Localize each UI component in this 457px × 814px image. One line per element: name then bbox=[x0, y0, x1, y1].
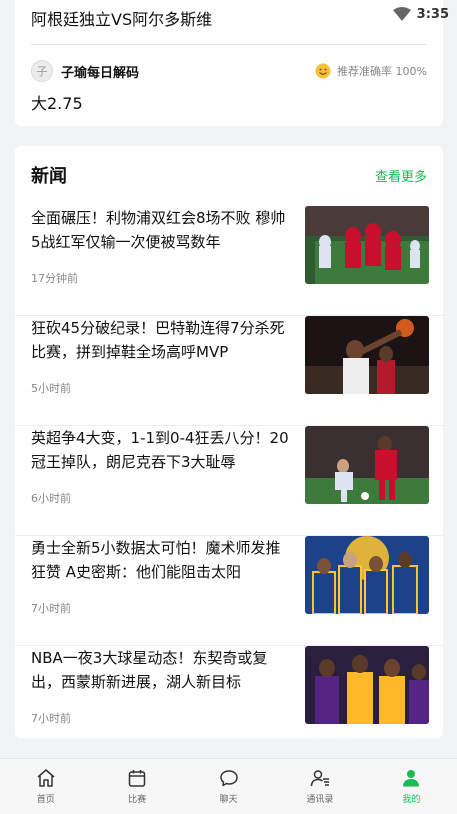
news-thumbnail-soccer[interactable] bbox=[305, 426, 429, 504]
news-headline[interactable]: 英超争4大变，1-1到0-4狂丢八分！20冠王掉队，朗尼克吞下3大耻辱 bbox=[31, 426, 289, 474]
news-thumbnail-soccer[interactable] bbox=[305, 206, 429, 284]
news-headline[interactable]: 勇士全新5小数据太可怕！魔术师发推狂赞 A史密斯：他们能阻击太阳 bbox=[31, 536, 289, 584]
status-time: 3:35 bbox=[416, 6, 449, 22]
news-headline[interactable]: NBA一夜3大球星动态！东契奇或复出，西蒙斯新进展，湖人新目标 bbox=[31, 646, 289, 694]
tab-matches[interactable]: 比赛 bbox=[91, 759, 182, 814]
news-thumbnail-basketball[interactable] bbox=[305, 536, 429, 614]
news-item[interactable]: 勇士全新5小数据太可怕！魔术师发推狂赞 A史密斯：他们能阻击太阳 7小时前 bbox=[15, 536, 443, 646]
news-item[interactable]: 英超争4大变，1-1到0-4狂丢八分！20冠王掉队，朗尼克吞下3大耻辱 6小时前 bbox=[15, 426, 443, 536]
contacts-icon bbox=[310, 770, 329, 787]
tab-label: 我的 bbox=[402, 795, 421, 805]
calendar-icon bbox=[128, 770, 146, 787]
tab-label: 聊天 bbox=[219, 795, 238, 805]
tab-chat[interactable]: 聊天 bbox=[183, 759, 274, 814]
divider bbox=[31, 44, 427, 45]
news-item[interactable]: 全面碾压！利物浦双红会8场不败 穆帅5战红军仅输一次便被骂数年 17分钟前 bbox=[15, 206, 443, 316]
tab-contacts[interactable]: 通讯录 bbox=[274, 759, 365, 814]
pick-value: 大2.75 bbox=[31, 94, 83, 113]
news-time: 17分钟前 bbox=[31, 272, 78, 285]
person-icon bbox=[403, 770, 420, 787]
tab-me[interactable]: 我的 bbox=[366, 759, 457, 814]
tab-label: 通讯录 bbox=[306, 795, 334, 805]
news-time: 6小时前 bbox=[31, 492, 71, 505]
avatar[interactable]: 子 bbox=[31, 60, 53, 82]
wifi-icon bbox=[392, 7, 411, 21]
smile-icon bbox=[315, 63, 331, 79]
news-time: 5小时前 bbox=[31, 382, 71, 395]
tab-label: 首页 bbox=[36, 795, 55, 805]
news-thumbnail-basketball[interactable] bbox=[305, 316, 429, 394]
news-header: 新闻 查看更多 bbox=[31, 162, 427, 188]
news-time: 7小时前 bbox=[31, 712, 71, 725]
news-section-title: 新闻 bbox=[31, 166, 67, 187]
home-icon bbox=[37, 769, 55, 787]
news-headline[interactable]: 全面碾压！利物浦双红会8场不败 穆帅5战红军仅输一次便被骂数年 bbox=[31, 206, 289, 254]
tab-home[interactable]: 首页 bbox=[0, 759, 91, 814]
tab-label: 比赛 bbox=[128, 795, 147, 805]
expert-name[interactable]: 子瑜每日解码 bbox=[61, 62, 139, 81]
match-title: 阿根廷独立VS阿尔多斯维 bbox=[31, 10, 213, 29]
news-headline[interactable]: 狂砍45分破纪录！巴特勒连得7分杀死比赛，拼到掉鞋全场高呼MVP bbox=[31, 316, 289, 364]
status-bar: 3:35 bbox=[392, 0, 457, 28]
view-more-link[interactable]: 查看更多 bbox=[375, 166, 427, 185]
news-time: 7小时前 bbox=[31, 602, 71, 615]
news-item[interactable]: 狂砍45分破纪录！巴特勒连得7分杀死比赛，拼到掉鞋全场高呼MVP 5小时前 bbox=[15, 316, 443, 426]
chat-bubble-icon bbox=[219, 770, 238, 787]
expert-pick-card[interactable]: 阿根廷独立VS阿尔多斯维 子 子瑜每日解码 推荐准确率 100% 大2.75 bbox=[15, 0, 443, 126]
bottom-tab-bar: 首页 比赛 聊天 通讯录 我的 bbox=[0, 758, 457, 814]
news-thumbnail-basketball[interactable] bbox=[305, 646, 429, 724]
accuracy-label: 推荐准确率 100% bbox=[337, 65, 427, 78]
accuracy-badge: 推荐准确率 100% bbox=[315, 63, 427, 79]
expert-row: 子 子瑜每日解码 推荐准确率 100% bbox=[31, 58, 427, 84]
news-card: 新闻 查看更多 全面碾压！利物浦双红会8场不败 穆帅5战红军仅输一次便被骂数年 … bbox=[15, 146, 443, 738]
news-item[interactable]: NBA一夜3大球星动态！东契奇或复出，西蒙斯新进展，湖人新目标 7小时前 bbox=[15, 646, 443, 756]
